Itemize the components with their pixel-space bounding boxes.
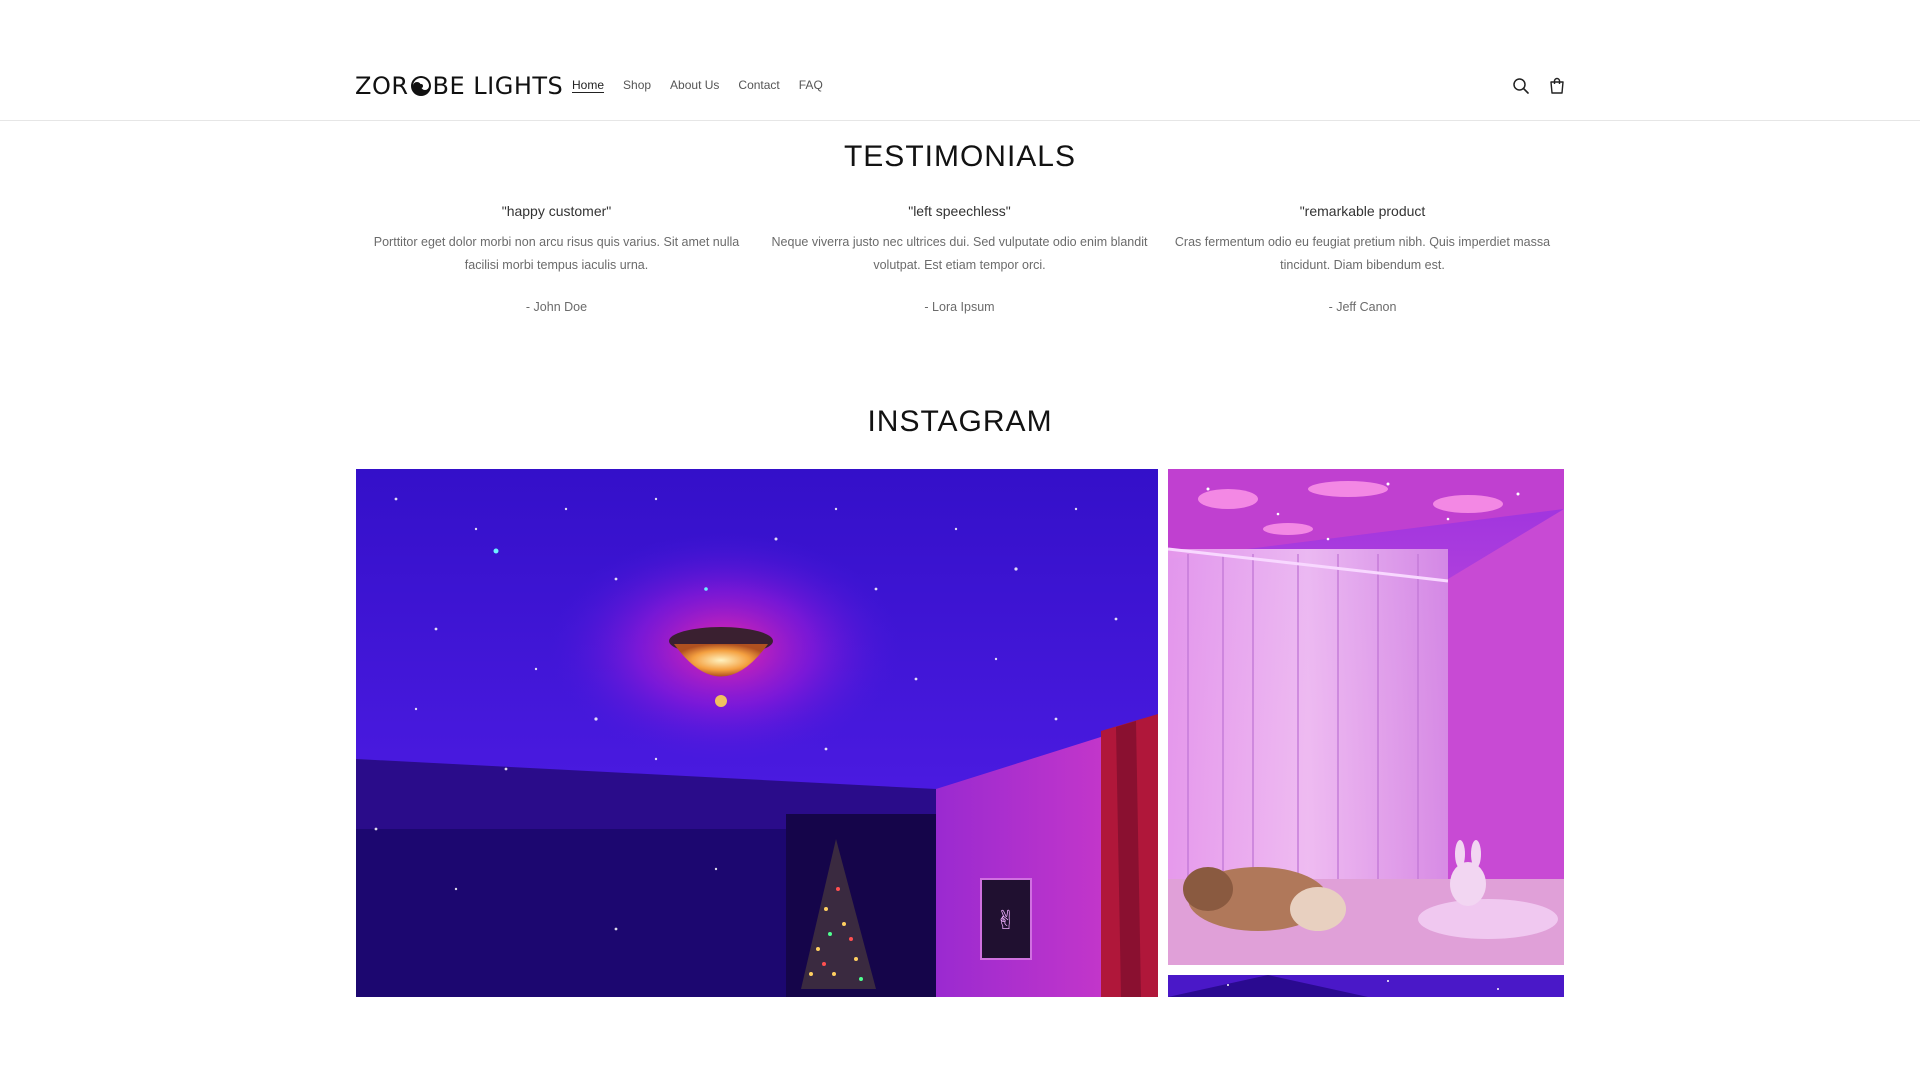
main-nav: Home Shop About Us Contact FAQ	[572, 78, 823, 92]
instagram-image-partial[interactable]	[1168, 975, 1564, 997]
testimonial-heading: "left speechless"	[908, 203, 1011, 219]
testimonial-author: - John Doe	[525, 300, 588, 314]
testimonial-body: Neque viverra justo nec ultrices dui. Se…	[771, 235, 1148, 272]
testimonial-heading: "happy customer"	[501, 203, 612, 219]
site-logo[interactable]: ZOR BE LIGHTS	[355, 72, 563, 100]
nav-home[interactable]: Home	[572, 78, 604, 92]
instagram-title: INSTAGRAM	[867, 405, 1053, 438]
testimonial-body: Cras fermentum odio eu feugiat pretium n…	[1174, 235, 1551, 272]
instagram-image-pink-room-dog[interactable]	[1168, 469, 1564, 965]
testimonial-body: Porttitor eget dolor morbi non arcu risu…	[373, 235, 740, 272]
site-header: ZOR BE LIGHTS Home Shop About Us Contact…	[0, 0, 1920, 121]
svg-text:✌: ✌	[995, 906, 1017, 936]
search-icon[interactable]	[1511, 76, 1531, 96]
instagram-image-galaxy-room[interactable]: ✌	[356, 469, 1158, 997]
testimonials-row: "happy customer" Porttitor eget dolor mo…	[355, 203, 1565, 314]
testimonial-author: - Jeff Canon	[1328, 300, 1397, 314]
nav-shop[interactable]: Shop	[623, 78, 651, 92]
testimonial-author: - Lora Ipsum	[924, 300, 995, 314]
logo-text-start: ZOR	[355, 72, 409, 100]
testimonial-card: "remarkable product Cras fermentum odio …	[1161, 203, 1564, 314]
logo-swirl-icon	[410, 75, 432, 97]
logo-text-end: BE LIGHTS	[432, 72, 564, 100]
cart-icon[interactable]	[1547, 76, 1567, 96]
nav-contact[interactable]: Contact	[738, 78, 779, 92]
nav-faq[interactable]: FAQ	[799, 78, 823, 92]
testimonial-card: "left speechless" Neque viverra justo ne…	[758, 203, 1161, 314]
testimonial-heading: "remarkable product	[1299, 203, 1426, 219]
testimonial-card: "happy customer" Porttitor eget dolor mo…	[355, 203, 758, 314]
nav-about-us[interactable]: About Us	[670, 78, 719, 92]
header-icons	[1511, 76, 1567, 96]
testimonials-title: TESTIMONIALS	[843, 140, 1077, 173]
